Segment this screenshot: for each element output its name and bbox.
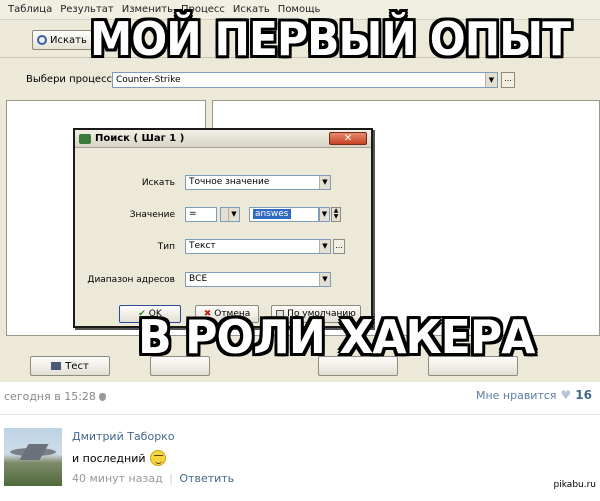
process-select[interactable]: Counter-Strike ▼ <box>112 72 498 88</box>
search-button[interactable]: Искать <box>32 30 92 50</box>
comment-author-link[interactable]: Дмитрий Таборко <box>72 430 175 443</box>
process-row: Выбери процесс Counter-Strike ▼ ... <box>0 68 600 92</box>
chevron-down-icon: ▼ <box>319 176 330 189</box>
value-input[interactable]: answes <box>249 207 319 222</box>
comment-text-body: и последний <box>72 451 146 465</box>
dialog-title-bar[interactable]: Поиск ( Шаг 1 ) <box>75 130 371 148</box>
type-select[interactable]: Текст ▼ <box>185 239 331 254</box>
monitor-icon <box>51 362 62 370</box>
value-spinner[interactable]: ▲ ▼ <box>331 207 341 222</box>
chevron-down-icon: ▼ <box>228 208 239 221</box>
search-mode-select[interactable]: Точное значение ▼ <box>185 175 331 190</box>
search-button-label: Искать <box>50 34 87 46</box>
search-mode-value: Точное значение <box>189 177 270 187</box>
process-value: Counter-Strike <box>116 75 181 85</box>
post-time: сегодня в 15:28 <box>4 390 106 403</box>
value-label: Значение <box>129 210 175 220</box>
type-label: Тип <box>157 242 175 252</box>
meme-caption-bottom: В РОЛИ ХАКЕРА <box>138 310 535 364</box>
comment: Дмитрий Таборко и последний 40 минут наз… <box>0 418 600 498</box>
avatar[interactable] <box>4 428 62 486</box>
type-more-button[interactable]: ... <box>333 239 345 254</box>
address-range-label: Диапазон адресов <box>87 275 175 285</box>
app-icon <box>79 133 91 144</box>
operator-dropdown[interactable]: ▼ <box>220 207 240 222</box>
chevron-down-icon: ▼ <box>319 273 330 286</box>
separator: | <box>169 472 173 485</box>
chevron-down-icon: ▼ <box>319 240 330 253</box>
address-range-value: ВСЕ <box>189 274 208 284</box>
operator-select[interactable]: = <box>185 207 217 222</box>
comment-time: 40 минут назад <box>72 472 163 485</box>
close-button[interactable]: ✕ <box>329 132 367 145</box>
like-button[interactable]: Мне нравится ♥ 16 <box>476 388 592 402</box>
post-meta: сегодня в 15:28 Мне нравится ♥ 16 <box>0 386 600 408</box>
heart-icon: ♥ <box>560 388 572 402</box>
smiley-icon <box>149 450 166 466</box>
divider <box>0 414 600 415</box>
address-range-select[interactable]: ВСЕ ▼ <box>185 272 331 287</box>
meme-caption-top: МОЙ ПЕРВЫЙ ОПЫТ <box>90 12 571 66</box>
magnifier-icon <box>37 35 47 45</box>
watermark: pikabu.ru <box>553 480 596 490</box>
like-label: Мне нравится <box>475 388 557 402</box>
search-dialog: Поиск ( Шаг 1 ) ✕ Искать Точное значение… <box>73 128 373 328</box>
comment-footer: 40 минут назад | Ответить <box>72 472 234 485</box>
post-time-text: сегодня в 15:28 <box>4 390 96 403</box>
process-label: Выбери процесс <box>26 74 113 85</box>
dialog-title: Поиск ( Шаг 1 ) <box>95 133 185 144</box>
test-button[interactable]: Тест <box>30 356 110 376</box>
value-text: answes <box>253 209 291 219</box>
operator-value: = <box>189 209 197 219</box>
test-button-label: Тест <box>65 360 89 372</box>
apple-icon <box>98 393 106 401</box>
type-value: Текст <box>189 241 216 251</box>
comment-text: и последний <box>72 450 166 466</box>
menu-item-table[interactable]: Таблица <box>8 4 52 15</box>
search-mode-label: Искать <box>141 178 175 188</box>
reply-link[interactable]: Ответить <box>179 472 234 485</box>
value-dropdown-arrow[interactable]: ▼ <box>319 207 330 222</box>
like-count: 16 <box>575 388 592 402</box>
process-more-button[interactable]: ... <box>501 72 515 88</box>
chevron-down-icon: ▼ <box>485 73 497 87</box>
